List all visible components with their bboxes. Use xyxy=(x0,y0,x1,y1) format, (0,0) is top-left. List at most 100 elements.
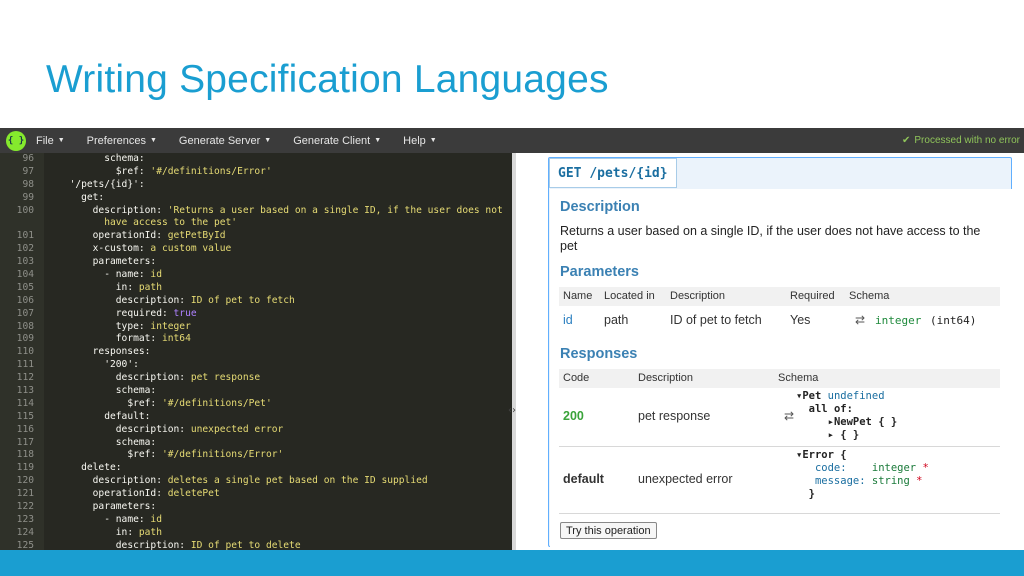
line-number: 102 xyxy=(16,243,34,255)
code-line: 122 parameters: xyxy=(0,501,512,514)
line-number: 99 xyxy=(22,191,34,203)
operation-body: Description Returns a user based on a si… xyxy=(550,189,1012,547)
caret-down-icon: ▼ xyxy=(429,137,437,144)
param-name: id xyxy=(563,313,573,327)
menu-help[interactable]: Help ▼ xyxy=(403,135,437,147)
code-text: schema: xyxy=(104,153,145,164)
code-text: default: xyxy=(104,410,151,422)
http-method: GET xyxy=(558,165,582,181)
code-lines: 96 schema: 97 $ref: '#/definitions/Error'… xyxy=(0,153,512,550)
line-number: 112 xyxy=(16,372,34,384)
pet-model[interactable]: ▾Pet undefined all of: ▸NewPet { } ▸ { } xyxy=(796,390,897,442)
code-line: 108 type: integer xyxy=(0,321,512,334)
line-number: 106 xyxy=(16,294,34,306)
col-description: Description xyxy=(638,372,694,384)
code-line: 105 in: path xyxy=(0,282,512,295)
col-required: Required xyxy=(790,290,835,302)
validation-status: ✔ Processed with no error xyxy=(902,135,1020,146)
menu-generate-server[interactable]: Generate Server ▼ xyxy=(179,135,271,147)
code-line: 115 default: xyxy=(0,411,512,424)
toggle-schema-icon[interactable]: ⇄ xyxy=(855,313,865,327)
code-text: schema: xyxy=(115,385,157,397)
line-number: 103 xyxy=(16,256,34,268)
code-text: - name: id xyxy=(58,269,162,281)
code-text: schema: xyxy=(115,436,157,448)
menu-file[interactable]: File ▼ xyxy=(36,135,65,147)
line-number: 113 xyxy=(16,385,34,397)
caret-down-icon: ▼ xyxy=(57,137,65,144)
caret-down-icon: ▼ xyxy=(374,137,382,144)
code-text: $ref: '#/definitions/Pet' xyxy=(127,397,272,409)
code-text: get: xyxy=(81,191,105,203)
endpoint-path: /pets/{id} xyxy=(589,165,668,181)
code-text: '200': xyxy=(104,359,139,371)
code-text: description: ID of pet to delete xyxy=(115,539,301,550)
code-line: 112 description: pet response xyxy=(0,372,512,385)
try-operation-button[interactable]: Try this operation xyxy=(560,522,657,539)
code-line: 118 $ref: '#/definitions/Error' xyxy=(0,449,512,462)
resize-arrows-icon[interactable]: ‹› xyxy=(508,405,516,416)
code-text: description: deletes a single pet based … xyxy=(92,475,428,487)
line-number: 120 xyxy=(16,475,34,487)
code-text: have access to the pet' xyxy=(58,217,238,229)
line-number: 109 xyxy=(16,333,34,345)
code-line: 99 get: xyxy=(0,192,512,205)
toggle-schema-icon[interactable]: ⇄ xyxy=(784,409,794,423)
col-description: Description xyxy=(670,290,726,302)
response-description: pet response xyxy=(638,409,711,423)
code-line: have access to the pet' xyxy=(0,217,512,230)
code-line: 101 operationId: getPetById xyxy=(0,230,512,243)
menu-preferences[interactable]: Preferences ▼ xyxy=(87,135,157,147)
schema-type-link[interactable]: integer xyxy=(875,314,921,327)
code-line: 125 description: ID of pet to delete xyxy=(0,540,512,550)
responses-heading: Responses xyxy=(560,346,638,362)
yaml-editor[interactable]: 96 schema: 97 $ref: '#/definitions/Error'… xyxy=(0,153,512,550)
line-number: 115 xyxy=(16,410,34,422)
code-text: $ref: '#/definitions/Error' xyxy=(115,165,272,177)
code-line: 97 $ref: '#/definitions/Error' xyxy=(0,166,512,179)
line-number: 122 xyxy=(16,501,34,513)
checkmark-icon: ✔ xyxy=(902,135,911,146)
code-text: parameters: xyxy=(92,256,157,268)
response-code: 200 xyxy=(563,409,584,423)
code-line: 106 description: ID of pet to fetch xyxy=(0,295,512,308)
row-divider xyxy=(559,446,1000,447)
parameters-heading: Parameters xyxy=(560,264,639,280)
param-required: Yes xyxy=(790,313,811,327)
line-number: 116 xyxy=(16,423,34,435)
line-number: 114 xyxy=(16,397,34,409)
code-text: description: 'Returns a user based on a … xyxy=(92,204,503,216)
line-number: 124 xyxy=(16,526,34,538)
code-line: 109 format: int64 xyxy=(0,333,512,346)
code-text: format: int64 xyxy=(115,333,191,345)
slide-title: Writing Specification Languages xyxy=(46,58,609,101)
code-text: type: integer xyxy=(115,320,191,332)
code-text: parameters: xyxy=(92,501,157,513)
code-line: 102 x-custom: a custom value xyxy=(0,243,512,256)
code-text: $ref: '#/definitions/Error' xyxy=(127,449,284,461)
error-model[interactable]: ▾Error { code: integer * message: string… xyxy=(796,449,929,501)
parameters-table-header: Name Located in Description Required Sch… xyxy=(559,287,1000,306)
col-name: Name xyxy=(563,290,593,302)
operation-header[interactable]: GET /pets/{id} xyxy=(549,158,677,188)
code-line: 120 description: deletes a single pet ba… xyxy=(0,475,512,488)
menu-generate-client[interactable]: Generate Client ▼ xyxy=(293,135,381,147)
responses-table-header: Code Description Schema xyxy=(559,369,1000,388)
code-line: 100 description: 'Returns a user based o… xyxy=(0,205,512,218)
line-number: 110 xyxy=(16,346,34,358)
expand-arrow-icon[interactable]: ▸ xyxy=(828,429,834,441)
line-number: 100 xyxy=(16,204,34,216)
code-text: - name: id xyxy=(58,513,162,525)
code-line: 114 $ref: '#/definitions/Pet' xyxy=(0,398,512,411)
col-schema: Schema xyxy=(849,290,890,302)
code-text: x-custom: a custom value xyxy=(92,243,232,255)
response-description: unexpected error xyxy=(638,472,733,486)
code-text: in: path xyxy=(115,281,162,293)
line-number: 108 xyxy=(16,320,34,332)
col-located-in: Located in xyxy=(604,290,655,302)
code-line: 123 - name: id xyxy=(0,514,512,527)
line-number: 118 xyxy=(16,449,34,461)
line-number: 111 xyxy=(16,359,34,371)
operation-title[interactable]: GET /pets/{id} xyxy=(549,158,677,188)
line-number: 105 xyxy=(16,281,34,293)
